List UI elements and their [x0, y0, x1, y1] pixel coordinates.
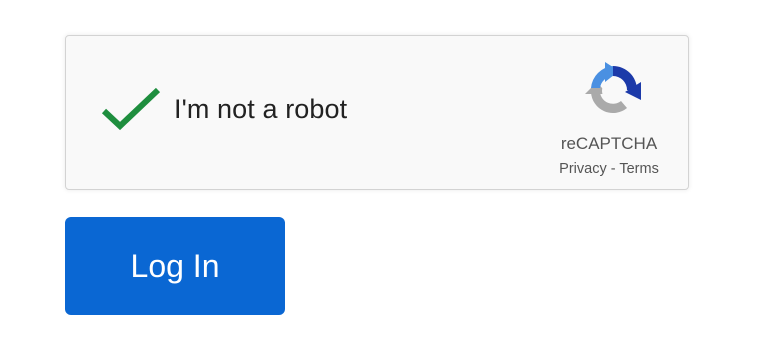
- recaptcha-widget: I'm not a robot reCAPTCHA Privacy - Term…: [65, 35, 689, 190]
- recaptcha-checkbox[interactable]: [100, 84, 164, 134]
- terms-link[interactable]: Terms: [619, 161, 658, 177]
- recaptcha-label: I'm not a robot: [174, 94, 348, 124]
- recaptcha-brand-name: reCAPTCHA: [560, 134, 658, 153]
- recaptcha-links: Privacy - Terms: [544, 161, 674, 177]
- page: I'm not a robot reCAPTCHA Privacy - Term…: [0, 0, 767, 337]
- privacy-link[interactable]: Privacy: [559, 161, 607, 177]
- login-button[interactable]: Log In: [65, 217, 285, 315]
- recaptcha-logo-icon: [581, 58, 645, 122]
- recaptcha-branding: reCAPTCHA Privacy - Terms: [544, 58, 674, 183]
- checkmark-icon: [101, 87, 161, 131]
